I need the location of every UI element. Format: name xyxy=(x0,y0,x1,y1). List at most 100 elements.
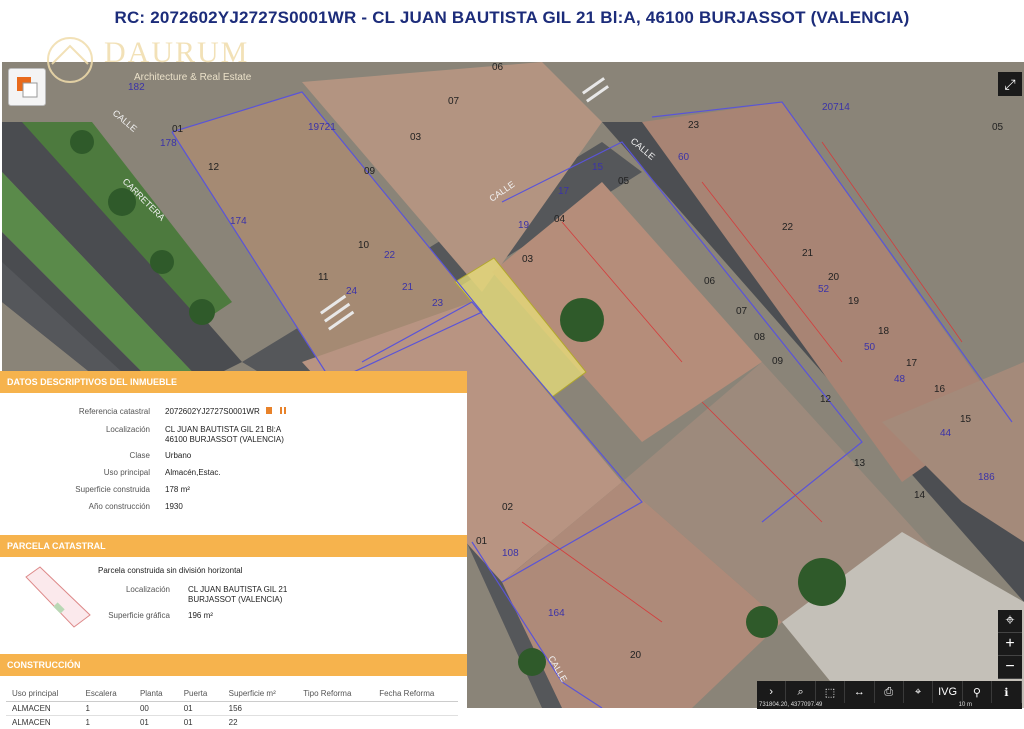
share-icon: ⚲ xyxy=(972,686,981,699)
svg-text:19: 19 xyxy=(848,296,860,307)
svg-text:15: 15 xyxy=(960,414,972,425)
svg-text:03: 03 xyxy=(410,132,422,143)
plus-icon: + xyxy=(1005,635,1015,652)
svg-text:11: 11 xyxy=(318,272,329,283)
copy-icon[interactable] xyxy=(265,407,272,414)
svg-text:48: 48 xyxy=(894,374,906,385)
barcode-icon[interactable] xyxy=(280,407,287,414)
svg-text:07: 07 xyxy=(448,96,460,107)
svg-text:14: 14 xyxy=(914,490,926,501)
svg-text:20714: 20714 xyxy=(822,102,850,113)
parcela-superficie-value: 196 m² xyxy=(188,611,213,620)
tool-area-button[interactable]: ⬚ xyxy=(816,681,846,703)
position-icon: ⌖ xyxy=(915,685,922,698)
tool-measure-button[interactable]: ↔ xyxy=(845,681,875,703)
svg-text:06: 06 xyxy=(492,62,504,73)
tool-search-button[interactable]: ⌕ xyxy=(786,681,816,703)
property-info-panel: DATOS DESCRIPTIVOS DEL INMUEBLE Referenc… xyxy=(0,371,467,729)
info-icon: ℹ xyxy=(1004,686,1009,699)
svg-text:04: 04 xyxy=(554,214,566,225)
brand-logo: DAURUM Architecture & Real Estate xyxy=(38,34,268,86)
svg-text:18: 18 xyxy=(878,326,890,337)
locate-icon: ⌖ xyxy=(1005,612,1015,629)
map-scale-bar: 731804.20, 4377097.49 10 m xyxy=(757,702,1022,709)
col-fecha-reforma: Fecha Reforma xyxy=(373,686,458,702)
svg-text:02: 02 xyxy=(502,502,514,513)
col-tipo-reforma: Tipo Reforma xyxy=(297,686,374,702)
col-uso: Uso principal xyxy=(6,686,80,702)
svg-text:24: 24 xyxy=(346,286,358,297)
svg-text:05: 05 xyxy=(992,122,1004,133)
svg-text:16: 16 xyxy=(934,384,946,395)
table-row: ALMACEN 1 01 01 22 xyxy=(6,715,458,729)
svg-text:09: 09 xyxy=(772,356,784,367)
construccion-table: Uso principal Escalera Planta Puerta Sup… xyxy=(6,686,458,729)
col-puerta: Puerta xyxy=(177,686,223,702)
svg-text:01: 01 xyxy=(172,124,184,135)
coordinates-readout: 731804.20, 4377097.49 xyxy=(759,702,823,708)
select-area-icon: ⬚ xyxy=(824,686,836,699)
tool-ivg-button[interactable]: IVG xyxy=(933,681,963,703)
tool-layers-button[interactable]: ⚲ xyxy=(963,681,993,703)
col-superficie: Superficie m² xyxy=(222,686,298,702)
svg-text:06: 06 xyxy=(704,276,716,287)
parcel-shape-thumbnail xyxy=(25,566,91,628)
col-planta: Planta xyxy=(133,686,178,702)
svg-text:23: 23 xyxy=(688,120,700,131)
svg-text:08: 08 xyxy=(754,332,766,343)
parcela-section-header: PARCELA CATASTRAL xyxy=(0,535,467,557)
clase-value: Urbano xyxy=(165,451,192,460)
layer-switcher-button[interactable] xyxy=(8,68,46,106)
svg-text:05: 05 xyxy=(618,176,630,187)
svg-text:22: 22 xyxy=(384,250,396,261)
svg-text:164: 164 xyxy=(548,608,565,619)
svg-text:178: 178 xyxy=(160,138,177,149)
page-title: RC: 2072602YJ2727S0001WR - CL JUAN BAUTI… xyxy=(114,8,910,27)
fullscreen-button[interactable]: ⤢ xyxy=(998,72,1022,96)
svg-text:01: 01 xyxy=(476,536,488,547)
referencia-value: 2072602YJ2727S0001WR xyxy=(165,407,287,417)
svg-text:21: 21 xyxy=(402,282,414,293)
construccion-section-header: CONSTRUCCIÓN xyxy=(0,654,467,676)
search-icon: ⌕ xyxy=(797,685,804,698)
svg-text:15: 15 xyxy=(592,162,604,173)
expand-icon: ⤢ xyxy=(1004,75,1016,92)
print-icon: ⎙ xyxy=(884,685,894,698)
scale-readout: 10 m xyxy=(958,702,972,708)
locate-button[interactable]: ⌖ xyxy=(998,610,1022,633)
svg-text:19721: 19721 xyxy=(308,122,336,133)
svg-text:20: 20 xyxy=(630,650,642,661)
measure-icon: ↔ xyxy=(853,686,865,698)
ano-value: 1930 xyxy=(165,502,183,511)
svg-text:19: 19 xyxy=(518,220,530,231)
superficie-value: 178 m² xyxy=(165,485,190,494)
datos-section-header: DATOS DESCRIPTIVOS DEL INMUEBLE xyxy=(0,371,467,393)
brand-tagline: Architecture & Real Estate xyxy=(134,72,252,83)
brand-name: DAURUM xyxy=(104,36,250,69)
zoom-in-button[interactable]: + xyxy=(998,633,1022,656)
ivg-label: IVG xyxy=(938,686,958,698)
svg-text:22: 22 xyxy=(782,222,794,233)
house-logo-icon xyxy=(47,37,93,83)
tool-next-button[interactable]: › xyxy=(757,681,787,703)
svg-text:52: 52 xyxy=(818,284,830,295)
layers-icon xyxy=(17,77,38,98)
table-row: ALMACEN 1 00 01 156 xyxy=(6,701,458,716)
svg-text:108: 108 xyxy=(502,548,519,559)
localizacion-value: CL JUAN BAUTISTA GIL 21 Bl:A 46100 BURJA… xyxy=(165,425,284,444)
tool-info-button[interactable]: ℹ xyxy=(992,681,1022,703)
svg-text:17: 17 xyxy=(906,358,918,369)
svg-text:23: 23 xyxy=(432,298,444,309)
tool-print-button[interactable]: ⎙ xyxy=(875,681,904,703)
tool-position-button[interactable]: ⌖ xyxy=(904,681,934,703)
svg-text:60: 60 xyxy=(678,152,690,163)
zoom-out-button[interactable]: − xyxy=(998,656,1022,679)
svg-text:12: 12 xyxy=(820,394,832,405)
svg-text:07: 07 xyxy=(736,306,748,317)
svg-text:21: 21 xyxy=(802,248,814,259)
table-header-row: Uso principal Escalera Planta Puerta Sup… xyxy=(6,686,458,702)
svg-text:03: 03 xyxy=(522,254,534,265)
parcela-subtitle: Parcela construida sin división horizont… xyxy=(98,566,243,575)
uso-value: Almacén,Estac. xyxy=(165,468,221,477)
svg-text:13: 13 xyxy=(854,458,866,469)
